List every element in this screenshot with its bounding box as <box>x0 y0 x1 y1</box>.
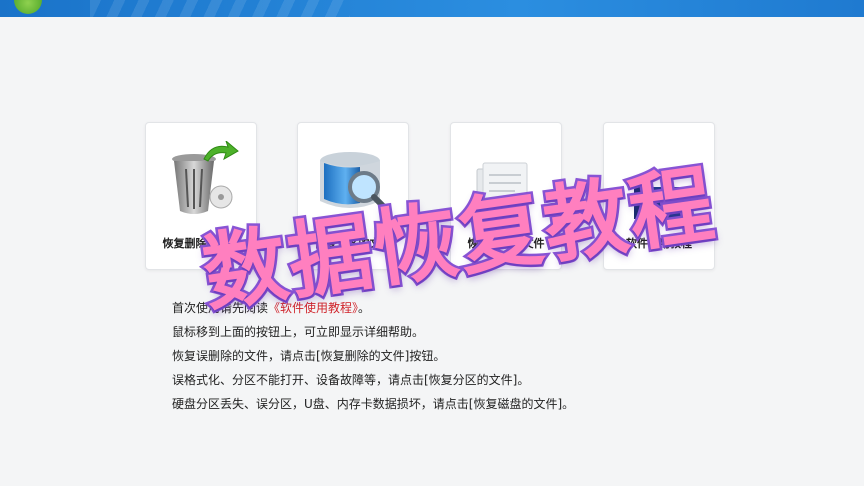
title-bar-pattern <box>90 0 350 17</box>
title-bar <box>0 0 864 17</box>
help-line-5: 硬盘分区丢失、误分区，U盘、内存卡数据损坏，请点击[恢复磁盘的文件]。 <box>172 397 575 411</box>
app-logo-icon <box>14 0 42 14</box>
watermark-text: 数据恢复教程 <box>194 152 724 326</box>
